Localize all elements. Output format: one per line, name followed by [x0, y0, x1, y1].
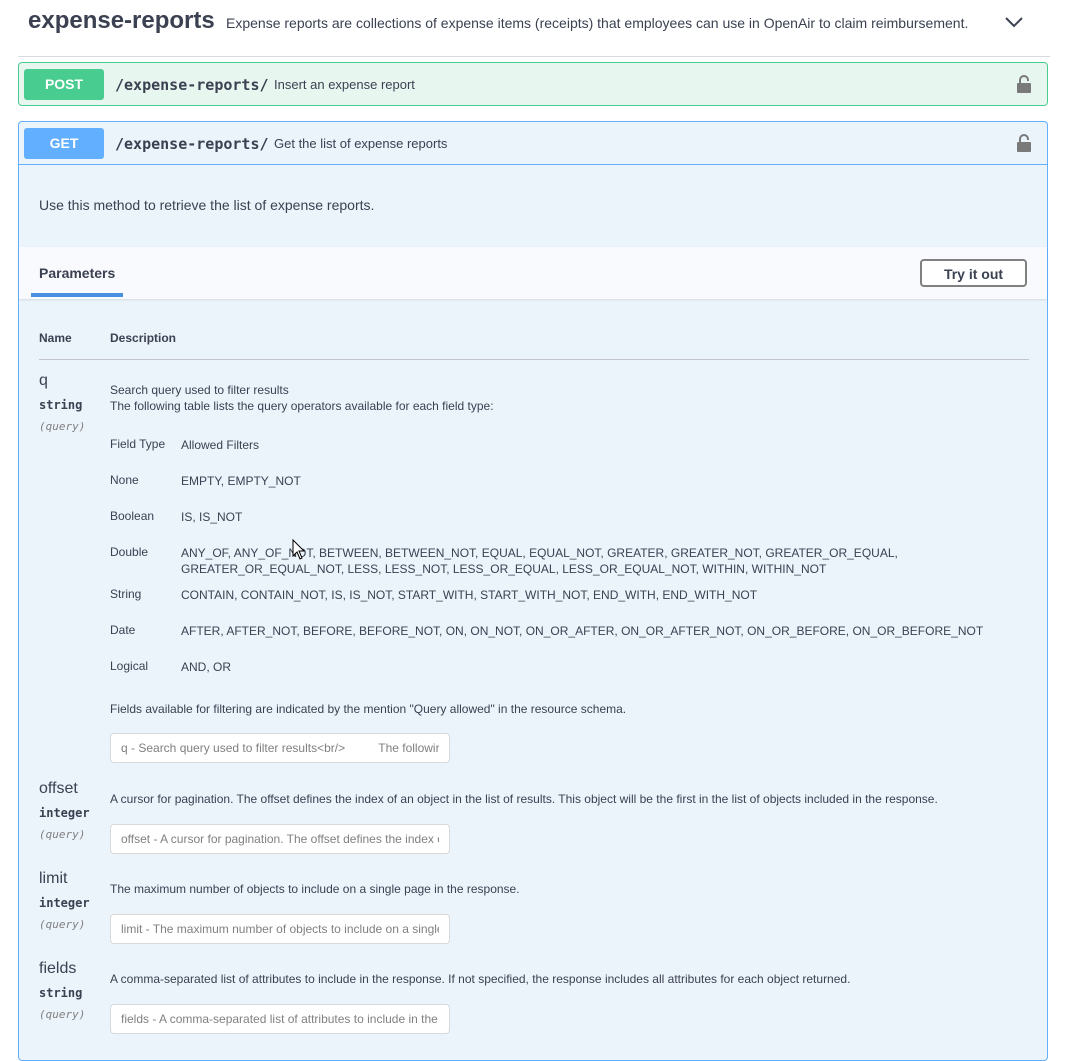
get-operation-summary[interactable]: GET /expense-reports/ Get the list of ex… — [19, 122, 1047, 164]
post-summary: Insert an expense report — [274, 77, 415, 92]
param-name: offset — [39, 780, 78, 797]
param-name: q — [39, 372, 48, 389]
limit-input[interactable] — [110, 914, 450, 944]
summary-divider — [19, 164, 1047, 165]
filter-row-filters: CONTAIN, CONTAIN_NOT, IS, IS_NOT, START_… — [181, 588, 758, 602]
operation-description: Use this method to retrieve the list of … — [39, 197, 375, 213]
try-it-out-button[interactable]: Try it out — [920, 259, 1027, 287]
param-location: (query) — [39, 1008, 86, 1021]
param-location: (query) — [39, 420, 86, 433]
fields-input[interactable] — [110, 1004, 450, 1034]
q-input[interactable] — [110, 733, 450, 763]
mouse-cursor-icon — [292, 539, 306, 560]
param-description: A cursor for pagination. The offset defi… — [110, 792, 938, 806]
param-description: A comma-separated list of attributes to … — [110, 972, 851, 986]
filter-row-filters: EMPTY, EMPTY_NOT — [181, 474, 301, 488]
get-operation: GET /expense-reports/ Get the list of ex… — [18, 121, 1048, 1061]
column-header-name: Name — [39, 331, 72, 345]
filter-row-type: None — [110, 473, 139, 487]
tag-description: Expense reports are collections of expen… — [226, 15, 969, 31]
filter-row-type: String — [110, 587, 142, 601]
filter-row-type: Date — [110, 623, 136, 637]
tag-title: expense-reports — [28, 7, 215, 34]
param-description-line2: The following table lists the query oper… — [110, 399, 494, 413]
post-operation-summary[interactable]: POST /expense-reports/ Insert an expense… — [19, 63, 1047, 105]
param-type: string — [39, 398, 83, 412]
filter-row-type: Boolean — [110, 509, 155, 523]
filter-row-filters: ANY_OF, ANY_OF_NOT, BETWEEN, BETWEEN_NOT… — [181, 546, 898, 576]
param-name: fields — [39, 960, 77, 977]
get-path: /expense-reports/ — [115, 135, 269, 153]
param-type: string — [39, 986, 83, 1000]
lock-icon[interactable] — [1016, 133, 1032, 153]
tab-parameters[interactable]: Parameters — [39, 265, 115, 281]
filter-note: Fields available for filtering are indic… — [110, 702, 627, 716]
get-summary: Get the list of expense reports — [274, 136, 448, 151]
param-name: limit — [39, 870, 68, 887]
tab-underline — [31, 293, 123, 297]
chevron-down-icon[interactable] — [1003, 12, 1025, 32]
param-location: (query) — [39, 828, 86, 841]
param-location: (query) — [39, 918, 86, 931]
filter-row-filters: IS, IS_NOT — [181, 510, 243, 524]
filter-table-header-filters: Allowed Filters — [181, 438, 260, 452]
filter-row-filters: AFTER, AFTER_NOT, BEFORE, BEFORE_NOT, ON… — [181, 624, 984, 638]
post-path: /expense-reports/ — [115, 76, 269, 94]
filter-row-type: Double — [110, 545, 149, 559]
param-description: The maximum number of objects to include… — [110, 882, 520, 896]
tag-header[interactable]: expense-reports Expense reports are coll… — [18, 0, 1050, 57]
filter-table-header-type: Field Type — [110, 437, 166, 451]
lock-icon[interactable] — [1016, 74, 1032, 94]
param-type: integer — [39, 896, 90, 910]
filter-row-type: Logical — [110, 659, 149, 673]
column-header-description: Description — [110, 331, 177, 345]
parameters-bar: Parameters Try it out — [19, 247, 1047, 299]
post-operation: POST /expense-reports/ Insert an expense… — [18, 62, 1048, 106]
param-description: Search query used to filter results — [110, 383, 289, 397]
offset-input[interactable] — [110, 824, 450, 854]
header-divider — [39, 359, 1029, 360]
filter-row-filters: AND, OR — [181, 660, 232, 674]
get-method-badge: GET — [24, 128, 104, 159]
post-method-badge: POST — [24, 69, 104, 100]
param-type: integer — [39, 806, 90, 820]
